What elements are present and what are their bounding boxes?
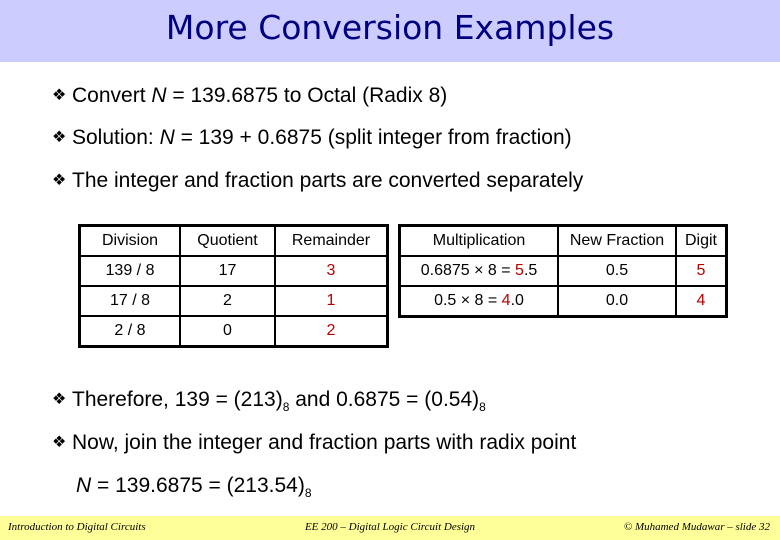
diamond-bullet-icon: ❖ [52, 391, 67, 408]
digit-cell: 4 [675, 285, 728, 318]
table-row: 17 / 8 2 1 [78, 285, 389, 317]
quotient-cell: 17 [179, 255, 276, 287]
footer-credit: © Muhamed Mudawar – slide 32 [623, 521, 770, 533]
table-header-row: Multiplication New Fraction Digit [398, 224, 728, 257]
new-fraction-cell: 0.0 [557, 285, 677, 318]
bullet-text: Solution: [72, 126, 160, 149]
new-fraction-cell: 0.5 [557, 255, 677, 287]
remainder-cell: 3 [274, 255, 389, 287]
header-cell: Digit [675, 224, 728, 257]
bullet-separately: ❖ The integer and fraction parts are conv… [52, 169, 583, 193]
header-cell: Multiplication [398, 224, 559, 257]
bullet-text: Convert [72, 84, 152, 107]
expr-text: .0 [510, 292, 524, 309]
radix-subscript: 8 [304, 486, 312, 500]
header-cell: Remainder [274, 224, 389, 257]
division-table: Division Quotient Remainder 139 / 8 17 3… [78, 224, 389, 348]
result-text: = 139.6875 = (213.54) [91, 474, 305, 497]
bullet-convert: ❖ Convert N = 139.6875 to Octal (Radix 8) [52, 84, 447, 108]
table-row: 0.6875 × 8 = 5.5 0.5 5 [398, 255, 728, 287]
remainder-cell: 1 [274, 285, 389, 317]
slide-title: More Conversion Examples [165, 8, 615, 47]
quotient-cell: 2 [179, 285, 276, 317]
header-cell: New Fraction [557, 224, 677, 257]
multiplication-table: Multiplication New Fraction Digit 0.6875… [398, 224, 728, 318]
header-cell: Quotient [179, 224, 276, 257]
variable-n: N [151, 84, 167, 107]
division-cell: 17 / 8 [78, 285, 181, 317]
header-cell: Division [78, 224, 181, 257]
table-row: 0.5 × 8 = 4.0 0.0 4 [398, 285, 728, 318]
table-header-row: Division Quotient Remainder [78, 224, 389, 257]
bullet-text: and 0.6875 = (0.54) [289, 388, 480, 411]
bullet-text: Now, join the integer and fraction parts… [72, 431, 577, 454]
diamond-bullet-icon: ❖ [52, 129, 67, 146]
diamond-bullet-icon: ❖ [52, 87, 67, 104]
radix-subscript: 8 [479, 400, 486, 414]
diamond-bullet-icon: ❖ [52, 172, 67, 189]
expr-digit: 5 [515, 262, 524, 279]
division-cell: 2 / 8 [78, 315, 181, 348]
bullet-therefore: ❖ Therefore, 139 = (213) 8 and 0.6875 = (0… [52, 388, 486, 414]
final-result: N = 139.6875 = (213.54)8 [76, 474, 312, 500]
bullet-text: Therefore, 139 = (213) [72, 388, 283, 411]
title-bar: More Conversion Examples [0, 0, 780, 62]
table-row: 139 / 8 17 3 [78, 255, 389, 287]
expr-text: .5 [523, 262, 538, 279]
division-cell: 139 / 8 [78, 255, 181, 287]
expr-text: 0.5 × 8 = [434, 292, 502, 309]
bullet-join: ❖ Now, join the integer and fraction part… [52, 431, 576, 455]
multiplication-cell: 0.5 × 8 = 4.0 [398, 285, 559, 318]
quotient-cell: 0 [179, 315, 276, 348]
variable-n: N [159, 126, 175, 149]
footer: Introduction to Digital Circuits EE 200 … [0, 516, 780, 540]
bullet-text: The integer and fraction parts are conve… [72, 169, 584, 192]
expr-digit: 4 [501, 292, 511, 309]
bullet-solution: ❖ Solution: N = 139 + 0.6875 (split integ… [52, 126, 572, 150]
remainder-cell: 2 [274, 315, 389, 348]
expr-text: 0.6875 × 8 = [420, 262, 516, 279]
bullet-text: = 139.6875 to Octal (Radix 8) [166, 84, 448, 107]
diamond-bullet-icon: ❖ [52, 434, 67, 451]
bullet-text: = 139 + 0.6875 (split integer from fract… [174, 126, 572, 149]
digit-cell: 5 [675, 255, 728, 287]
variable-n: N [76, 474, 92, 497]
table-row: 2 / 8 0 2 [78, 315, 389, 348]
multiplication-cell: 0.6875 × 8 = 5.5 [398, 255, 559, 287]
